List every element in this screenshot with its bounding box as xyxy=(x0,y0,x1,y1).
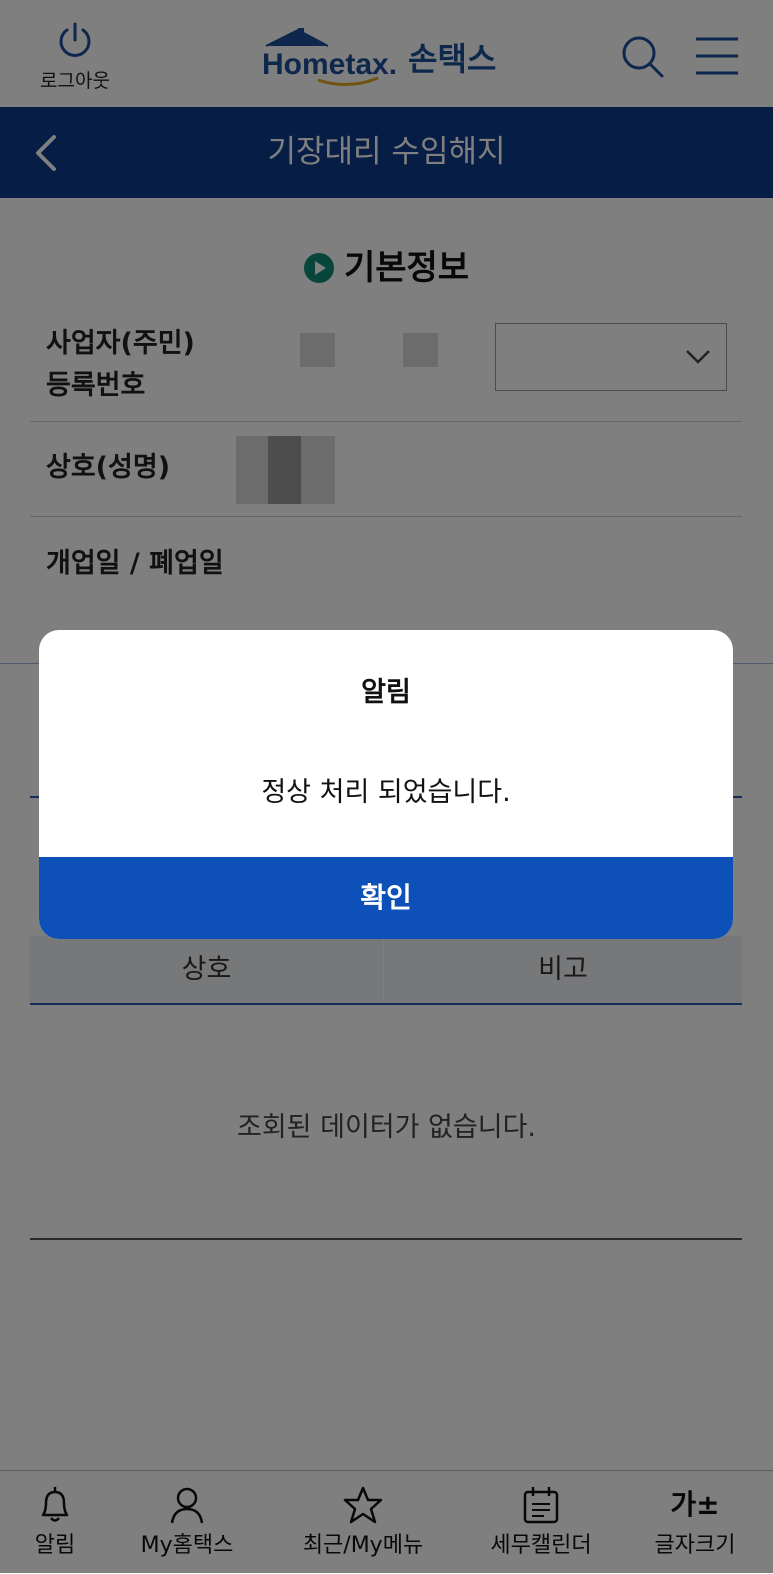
dialog-title: 알림 xyxy=(361,677,411,708)
dialog-message: 정상 처리 되었습니다. xyxy=(261,777,511,808)
confirm-button[interactable]: 확인 xyxy=(39,857,733,939)
alert-dialog: 알림 정상 처리 되었습니다. 확인 xyxy=(39,630,733,939)
